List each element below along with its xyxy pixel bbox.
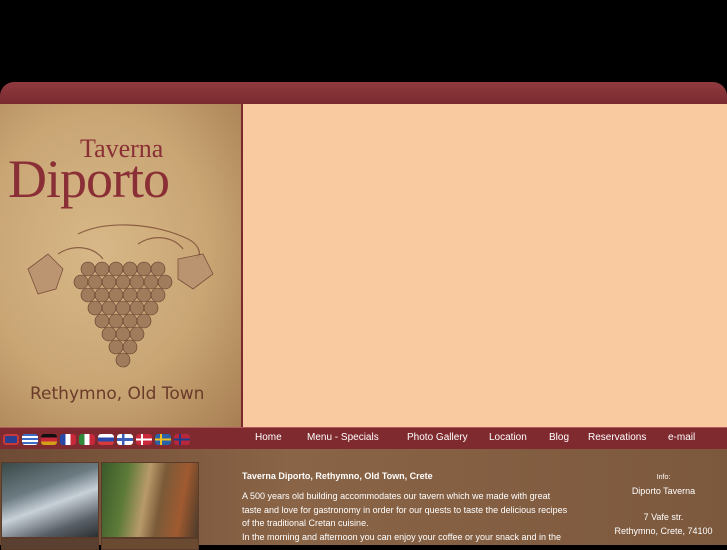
intro-line: taste and love for gastronomy in order f… (242, 504, 568, 515)
intro-title: Taverna Diporto, Rethymno, Old Town, Cre… (242, 471, 433, 481)
intro-line: A 500 years old building accommodates ou… (242, 491, 551, 501)
grapes-illustration (27, 224, 214, 368)
nav-email[interactable]: e-mail (668, 432, 695, 443)
photo-table-setting[interactable] (1, 462, 99, 538)
nav-blog[interactable]: Blog (549, 432, 569, 443)
finnish-flag-icon[interactable] (117, 434, 133, 445)
nav-location[interactable]: Location (489, 432, 527, 443)
russian-flag-icon[interactable] (98, 434, 114, 445)
header-bar (0, 82, 727, 104)
content-area: Taverna Diporto, Rethymno, Old Town, Cre… (0, 449, 727, 550)
english-flag-icon[interactable] (3, 434, 19, 445)
info-label: Info: (656, 474, 671, 481)
logo-location: Rethymno, Old Town (30, 384, 205, 404)
german-flag-icon[interactable] (41, 434, 57, 445)
hero-panel (243, 104, 727, 427)
norwegian-flag-icon[interactable] (174, 434, 190, 445)
photo-bottom-right[interactable] (101, 538, 199, 550)
danish-flag-icon[interactable] (136, 434, 152, 445)
intro-line: of the traditional Cretan cuisine. (242, 518, 369, 528)
language-flags (3, 434, 190, 445)
nav-home[interactable]: Home (255, 432, 282, 443)
italian-flag-icon[interactable] (79, 434, 95, 445)
swedish-flag-icon[interactable] (155, 434, 171, 445)
nav-bar: Home Menu - Specials Photo Gallery Locat… (0, 427, 727, 450)
nav-photo-gallery[interactable]: Photo Gallery (407, 432, 468, 443)
photo-alley[interactable] (101, 462, 199, 538)
logo-line-diporto: Diporto (8, 149, 170, 209)
logo-panel: Taverna Diporto Rethymno, Old Town (0, 104, 243, 427)
info-name: Diporto Taverna (631, 485, 696, 496)
top-black-band (0, 0, 727, 82)
info-street: 7 Vafe str. (643, 512, 684, 522)
intro-line: In the morning and afternoon you can enj… (242, 531, 562, 542)
french-flag-icon[interactable] (60, 434, 76, 445)
photo-bottom-left[interactable] (1, 538, 99, 550)
intro-text: A 500 years old building accommodates ou… (242, 490, 602, 544)
info-box: Info: Diporto Taverna 7 Vafe str. Rethym… (600, 471, 727, 538)
greek-flag-icon[interactable] (22, 434, 38, 445)
nav-menu-specials[interactable]: Menu - Specials (307, 432, 379, 443)
info-city: Rethymno, Crete, 74100 (614, 525, 713, 536)
nav-reservations[interactable]: Reservations (588, 432, 646, 443)
